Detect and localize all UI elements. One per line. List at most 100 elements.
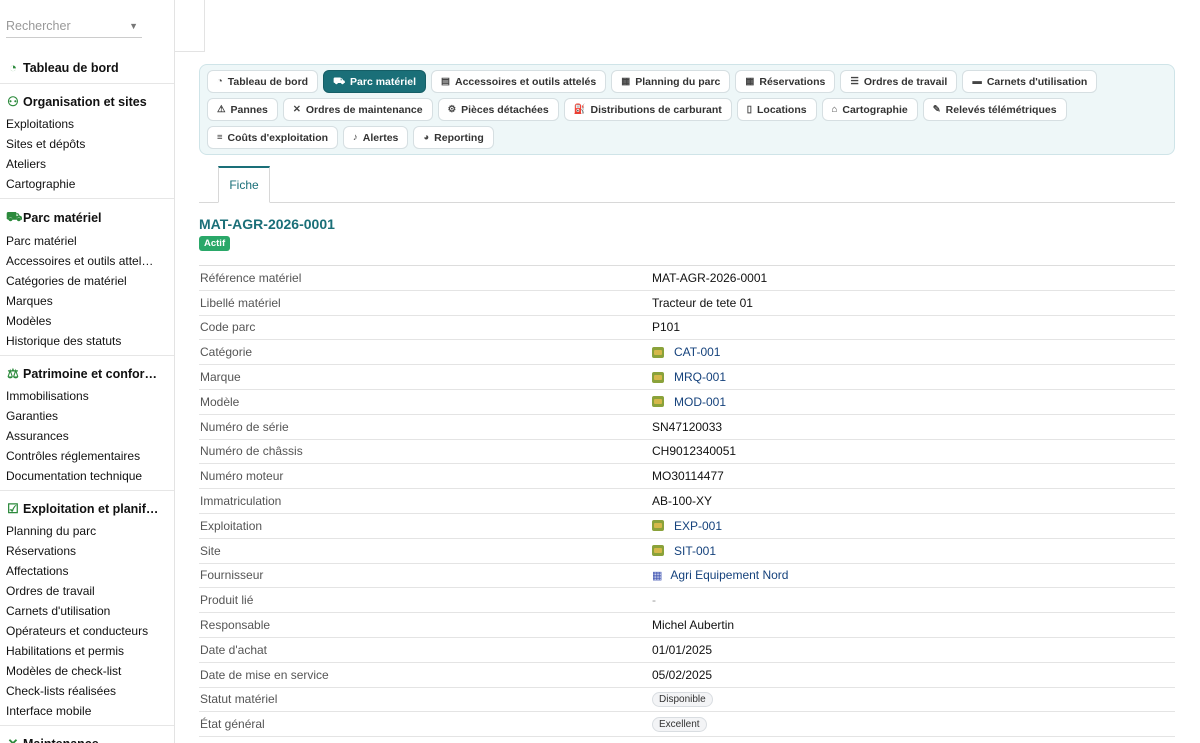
sidebar-item[interactable]: Immobilisations — [0, 386, 174, 406]
sidebar-group-header[interactable]: ✕Maintenance — [0, 732, 174, 743]
sidebar-item[interactable]: Accessoires et outils attel… — [0, 251, 174, 271]
file-icon: ▯ — [746, 104, 753, 115]
checklist-icon: ☑ — [7, 501, 19, 516]
tab-chart-pie[interactable]: ◕ Reporting — [413, 126, 494, 149]
tractor-icon: ⛟ — [333, 75, 346, 87]
field-value-text[interactable]: EXP-001 — [674, 519, 722, 533]
sidebar-item[interactable]: Interface mobile — [0, 701, 174, 721]
tab-fuel[interactable]: ⛽ Distributions de carburant — [563, 98, 732, 121]
field-value-text: - — [652, 593, 656, 608]
record-link-icon — [652, 371, 664, 383]
field-label: Fournisseur — [200, 568, 264, 583]
field-value: 05/02/2025 — [652, 668, 1175, 682]
tab-label: Pièces détachées — [461, 103, 549, 116]
field-value: SN47120033 — [652, 420, 1175, 434]
field-value: EXP-001 — [652, 519, 1175, 533]
field-row: Numéro moteur MO30114477 — [199, 464, 1175, 490]
search-placeholder: Rechercher — [6, 19, 71, 33]
field-value-text[interactable]: CAT-001 — [674, 345, 720, 359]
sidebar-group-header[interactable]: ⚇ Organisation et sites — [0, 90, 174, 114]
field-value-text: 01/01/2025 — [652, 642, 713, 657]
tab-warning[interactable]: ⚠ Pannes — [207, 98, 278, 121]
field-label: Libellé matériel — [200, 295, 281, 310]
field-value: Excellent — [652, 716, 1175, 732]
sidebar-group-title: Tableau de bord — [23, 60, 119, 75]
sidebar-item[interactable]: Cartographie — [0, 174, 174, 194]
sidebar-item[interactable]: Modèles de check-list — [0, 661, 174, 681]
sidebar-group-header[interactable]: ☑ Exploitation et planif… — [0, 497, 174, 521]
tab-satellite[interactable]: ✎ Relevés télémétriques — [922, 98, 1067, 121]
sidebar-item[interactable]: Assurances — [0, 426, 174, 446]
tab-label: Distributions de carburant — [590, 103, 722, 116]
tab-label: Tableau de bord — [227, 75, 309, 88]
field-label: Date de mise en service — [200, 667, 329, 682]
sidebar-item[interactable]: Modèles — [0, 311, 174, 331]
sidebar-item[interactable]: Check-lists réalisées — [0, 681, 174, 701]
sidebar-group-title: Exploitation et planif… — [23, 502, 159, 516]
field-value-text[interactable]: SIT-001 — [674, 544, 716, 558]
sidebar-item[interactable]: Sites et dépôts — [0, 134, 174, 154]
field-value-text: Michel Aubertin — [652, 618, 735, 633]
tab-label: Planning du parc — [635, 75, 721, 88]
field-value: CH9012340051 — [652, 444, 1175, 458]
tab-fiche[interactable]: Fiche — [218, 166, 270, 203]
tab-label: Locations — [757, 103, 807, 116]
tab-tractor[interactable]: ⛟ Parc matériel — [323, 70, 426, 93]
status-badge: Actif — [199, 236, 231, 251]
sidebar-item[interactable]: Marques — [0, 291, 174, 311]
field-row: Fournisseur ▦ Agri Equipement Nord — [199, 564, 1175, 589]
field-value-text[interactable]: MRQ-001 — [674, 370, 726, 384]
tab-label: Relevés télémétriques — [945, 103, 1057, 116]
field-value-text: Tracteur de tete 01 — [652, 295, 753, 310]
tab-dashboard[interactable]: ◔ Tableau de bord — [207, 70, 319, 93]
tab-calendar[interactable]: ▦ Planning du parc — [611, 70, 731, 93]
sidebar-item[interactable]: Planning du parc — [0, 521, 174, 541]
tab-list[interactable]: ☰ Ordres de travail — [840, 70, 958, 93]
status-pill: Disponible — [652, 691, 713, 707]
tab-label: Coûts d'exploitation — [227, 131, 329, 144]
field-value: AB-100-XY — [652, 494, 1175, 508]
field-value-text: MAT-AGR-2026-0001 — [652, 270, 768, 285]
field-value-text: SN47120033 — [652, 419, 723, 434]
field-value: - — [652, 593, 1175, 607]
tab-map[interactable]: ⌂ Cartographie — [821, 98, 918, 121]
subtabs: Fiche — [199, 166, 1175, 203]
field-value-text[interactable]: MOD-001 — [674, 395, 726, 409]
tab-bell[interactable]: ♪ Alertes — [343, 126, 409, 149]
tab-coins[interactable]: ≡ Coûts d'exploitation — [207, 126, 339, 149]
tab-book[interactable]: ▬ Carnets d'utilisation — [962, 70, 1098, 93]
sidebar-item[interactable]: Ordres de travail — [0, 581, 174, 601]
sidebar-item[interactable]: Opérateurs et conducteurs — [0, 621, 174, 641]
sidebar-group-header[interactable]: ⛟ Parc matériel — [0, 205, 174, 231]
field-value: SIT-001 — [652, 544, 1175, 558]
tab-toolbox[interactable]: ▤ Accessoires et outils attelés — [431, 70, 607, 93]
sidebar-item[interactable]: Parc matériel — [0, 231, 174, 251]
sidebar-item[interactable]: Contrôles réglementaires — [0, 446, 174, 466]
sidebar-item[interactable]: Carnets d'utilisation — [0, 601, 174, 621]
sidebar-group-header[interactable]: ⚖ Patrimoine et confor… — [0, 362, 174, 386]
tab-tools[interactable]: ✕ Ordres de maintenance — [282, 98, 433, 121]
sidebar-item[interactable]: Documentation technique — [0, 466, 174, 486]
sidebar-item[interactable]: Ateliers — [0, 154, 174, 174]
search-input[interactable]: Rechercher ▼ — [6, 14, 142, 38]
field-row: Responsable Michel Aubertin — [199, 613, 1175, 638]
field-label: Immatriculation — [200, 494, 282, 509]
tab-gear[interactable]: ⚙ Pièces détachées — [437, 98, 559, 121]
sidebar-item[interactable]: Catégories de matériel — [0, 271, 174, 291]
sidebar-item[interactable]: Garanties — [0, 406, 174, 426]
sidebar-item[interactable]: Habilitations et permis — [0, 641, 174, 661]
tab-calendar-check[interactable]: ▦ Réservations — [735, 70, 836, 93]
sidebar-group-header[interactable]: ◔ Tableau de bord — [0, 56, 174, 79]
sidebar-item[interactable]: Exploitations — [0, 114, 174, 134]
fuel-icon: ⛽ — [573, 104, 586, 115]
sidebar-item[interactable]: Réservations — [0, 541, 174, 561]
field-value: MOD-001 — [652, 395, 1175, 409]
sidebar-item[interactable]: Historique des statuts — [0, 331, 174, 351]
tractor-icon: ⛟ — [6, 209, 23, 224]
field-value-text[interactable]: Agri Equipement Nord — [670, 568, 788, 582]
list-icon: ☰ — [850, 76, 859, 87]
field-label: Modèle — [200, 394, 240, 409]
sidebar-item[interactable]: Affectations — [0, 561, 174, 581]
tab-file[interactable]: ▯ Locations — [736, 98, 817, 121]
chevron-down-icon[interactable]: ▼ — [129, 14, 138, 38]
